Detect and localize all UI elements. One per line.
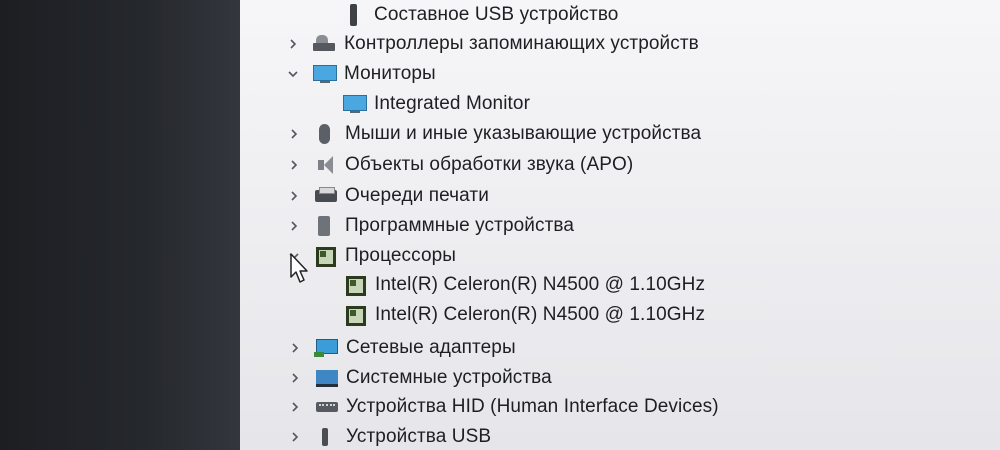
chevron-right-icon[interactable] [288,341,302,355]
tree-item-label: Объекты обработки звука (APO) [345,154,634,175]
tree-item-storage-controllers[interactable]: Контроллеры запоминающих устройств [290,31,699,57]
mouse-icon [313,123,339,145]
tree-item-integrated-monitor[interactable]: Integrated Monitor [342,91,530,117]
chevron-right-icon[interactable] [288,371,302,385]
tree-item-label: Процессоры [345,245,457,266]
tree-item-label: Устройства HID (Human Interface Devices) [346,396,719,417]
tree-item-system-devices[interactable]: Системные устройства [292,365,552,391]
processor-icon [313,245,339,267]
tree-item-label: Системные устройства [346,367,552,388]
tree-item-label: Составное USB устройство [374,4,619,25]
tree-item-cpu-1[interactable]: Intel(R) Celeron(R) N4500 @ 1.10GHz [343,302,705,328]
mouse-cursor-icon [290,253,308,283]
tree-item-label: Устройства USB [346,426,492,447]
chevron-right-icon[interactable] [287,219,301,233]
tree-item-hid[interactable]: Устройства HID (Human Interface Devices) [292,394,719,420]
tree-item-label: Мониторы [344,63,436,84]
storage-controller-icon [312,33,338,55]
tree-item-cpu-0[interactable]: Intel(R) Celeron(R) N4500 @ 1.10GHz [343,272,705,298]
tree-item-usb-composite[interactable]: Составное USB устройство [342,2,618,28]
chevron-right-icon[interactable] [288,430,302,444]
chevron-right-icon[interactable] [288,400,302,414]
tree-item-label: Intel(R) Celeron(R) N4500 @ 1.10GHz [375,274,706,295]
monitor-icon [312,63,338,85]
processor-icon [343,274,369,296]
tree-item-label: Программные устройства [345,215,575,236]
system-device-icon [314,367,340,389]
hid-icon [314,396,340,418]
usb-icon [314,426,340,448]
tree-item-monitors[interactable]: Мониторы [288,61,436,87]
tree-item-audio-processing[interactable]: Объекты обработки звука (APO) [291,152,634,178]
chip-icon [313,215,339,237]
network-adapter-icon [314,337,340,359]
speaker-icon [313,154,339,176]
tree-item-usb[interactable]: Устройства USB [292,424,492,450]
tree-item-label: Мыши и иные указывающие устройства [345,123,702,144]
processor-icon [343,304,369,326]
tree-item-network-adapters[interactable]: Сетевые адаптеры [292,335,516,361]
tree-item-print-queues[interactable]: Очереди печати [291,183,489,209]
tree-item-software-devices[interactable]: Программные устройства [291,213,575,239]
chevron-right-icon[interactable] [287,158,301,172]
tree-item-label: Integrated Monitor [374,93,530,114]
tree-item-label: Контроллеры запоминающих устройств [344,33,699,54]
tree-item-label: Intel(R) Celeron(R) N4500 @ 1.10GHz [375,304,706,325]
usb-composite-icon [342,4,368,26]
tree-item-label: Сетевые адаптеры [346,337,516,358]
tree-item-label: Очереди печати [345,185,489,206]
chevron-right-icon[interactable] [286,37,300,51]
chevron-right-icon[interactable] [287,127,301,141]
printer-icon [313,185,339,207]
tree-item-mice[interactable]: Мыши и иные указывающие устройства [291,121,702,147]
monitor-icon [342,93,368,115]
chevron-down-icon[interactable] [286,67,300,81]
screen-bezel [0,0,240,450]
device-manager-tree: Составное USB устройство Контроллеры зап… [240,0,1000,450]
tree-item-processors[interactable]: Процессоры [289,243,457,269]
chevron-right-icon[interactable] [287,189,301,203]
